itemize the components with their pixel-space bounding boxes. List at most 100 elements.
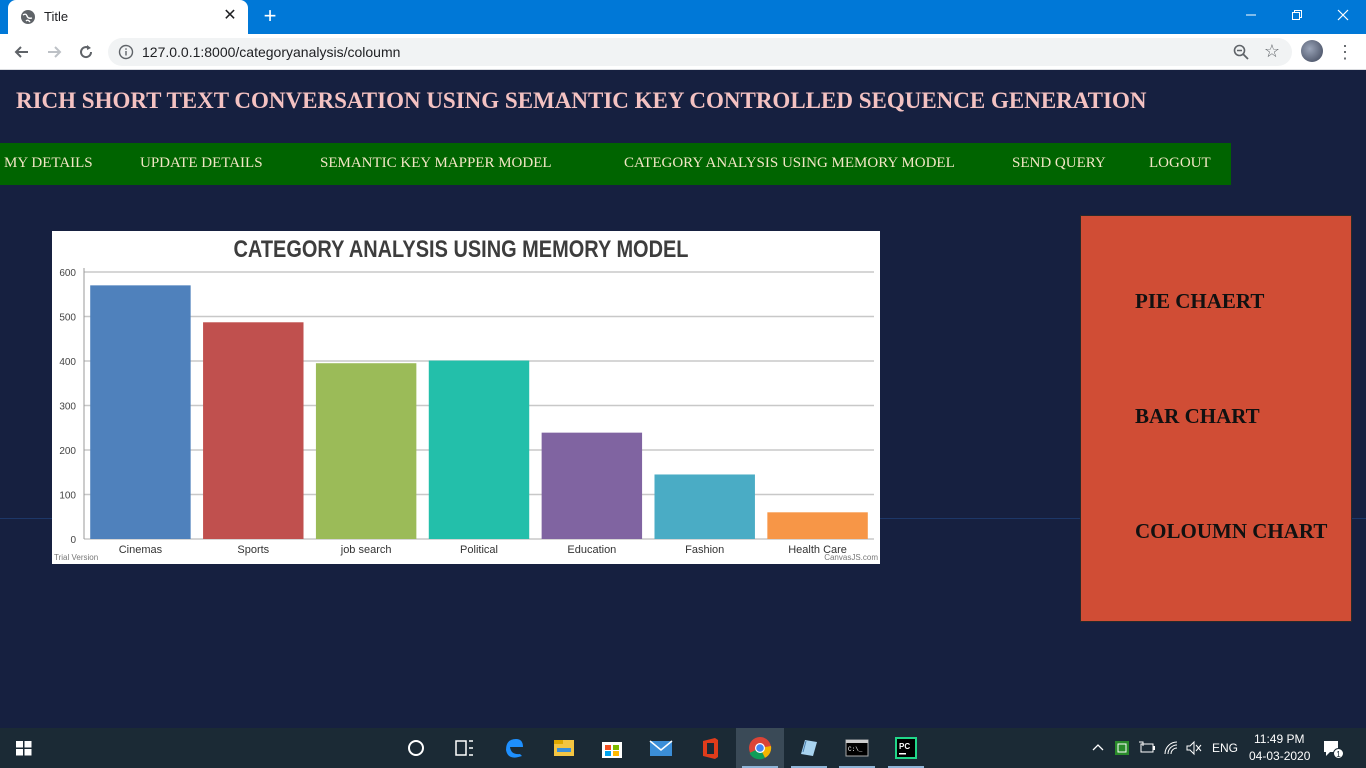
bar-chart-link[interactable]: BAR CHART xyxy=(1135,404,1260,429)
volume-muted-icon[interactable] xyxy=(1185,740,1203,756)
nav-logout[interactable]: LOGOUT xyxy=(1149,155,1211,172)
x-tick-label: Fashion xyxy=(685,544,724,556)
start-button[interactable] xyxy=(0,728,48,768)
chrome-icon xyxy=(749,737,772,760)
mail-button[interactable] xyxy=(637,728,685,768)
x-tick-label: job search xyxy=(340,544,392,556)
star-icon[interactable]: ☆ xyxy=(1264,41,1280,62)
language-indicator[interactable]: ENG xyxy=(1212,741,1238,755)
bar-cinemas[interactable] xyxy=(90,285,191,539)
column-chart-link[interactable]: COLOUMN CHART xyxy=(1135,519,1327,544)
x-tick-label: Cinemas xyxy=(119,544,163,556)
edge-button[interactable] xyxy=(490,728,538,768)
reload-icon xyxy=(80,45,93,59)
forward-icon xyxy=(48,46,62,58)
office-icon xyxy=(703,738,718,759)
chevron-up-icon[interactable] xyxy=(1092,742,1104,754)
restore-icon xyxy=(1292,10,1302,20)
y-tick-label: 100 xyxy=(59,491,76,502)
back-button[interactable] xyxy=(10,40,34,64)
zoom-out-icon[interactable] xyxy=(1232,43,1250,61)
back-icon xyxy=(14,46,28,58)
notepad-button[interactable] xyxy=(785,728,833,768)
pycharm-button[interactable]: PC xyxy=(882,728,930,768)
task-view-icon xyxy=(455,740,473,756)
chart-footer-left: Trial Version xyxy=(54,553,98,562)
nav-my-details[interactable]: MY DETAILS xyxy=(4,155,93,172)
y-tick-label: 400 xyxy=(59,357,76,368)
security-tray-icon[interactable] xyxy=(1114,740,1130,756)
chart-canvas: CATEGORY ANALYSIS USING MEMORY MODEL 0 10… xyxy=(54,236,878,562)
new-tab-button[interactable]: + xyxy=(258,5,282,29)
minimize-button[interactable] xyxy=(1228,0,1274,30)
task-view-button[interactable] xyxy=(440,728,488,768)
edge-icon xyxy=(506,739,523,758)
notepad-icon xyxy=(801,740,817,756)
y-tick-label: 0 xyxy=(70,535,76,546)
terminal-icon: C:\_ xyxy=(845,739,869,757)
cortana-button[interactable] xyxy=(392,728,440,768)
nav-semantic-key-mapper[interactable]: SEMANTIC KEY MAPPER MODEL xyxy=(320,155,552,172)
clock-time[interactable]: 11:49 PM xyxy=(1254,732,1304,746)
x-tick-label: Sports xyxy=(237,544,269,556)
x-tick-label: Education xyxy=(567,544,616,556)
action-center-button[interactable]: 1 xyxy=(1322,739,1344,759)
y-tick-label: 200 xyxy=(59,446,76,457)
y-tick-label: 500 xyxy=(59,313,76,324)
pie-chart-link[interactable]: PIE CHAERT xyxy=(1135,289,1264,314)
office-button[interactable] xyxy=(686,728,734,768)
kebab-menu-icon[interactable]: ⋮ xyxy=(1336,40,1354,64)
bar-education[interactable] xyxy=(541,432,643,539)
mail-icon xyxy=(649,740,673,756)
browser-tab[interactable]: Title ✕ xyxy=(8,0,248,34)
wifi-icon[interactable] xyxy=(1163,740,1179,756)
pycharm-icon: PC xyxy=(895,737,917,759)
profile-avatar[interactable] xyxy=(1301,40,1323,62)
main-nav: MY DETAILS UPDATE DETAILS SEMANTIC KEY M… xyxy=(0,143,1231,185)
info-icon[interactable] xyxy=(118,44,134,60)
window-close-button[interactable] xyxy=(1320,0,1366,30)
store-button[interactable] xyxy=(588,728,636,768)
x-tick-label: Political xyxy=(460,544,498,556)
chart-type-panel: PIE CHAERT BAR CHART COLOUMN CHART xyxy=(1080,215,1352,622)
cortana-icon xyxy=(408,740,424,756)
chrome-button[interactable] xyxy=(736,728,784,768)
bar-political[interactable] xyxy=(428,360,530,539)
minimize-icon xyxy=(1246,14,1256,16)
nav-category-analysis[interactable]: CATEGORY ANALYSIS USING MEMORY MODEL xyxy=(624,155,955,172)
globe-icon xyxy=(21,10,35,24)
y-tick-label: 600 xyxy=(59,268,76,279)
tab-close-button[interactable]: ✕ xyxy=(220,6,240,26)
terminal-button[interactable]: C:\_ xyxy=(833,728,881,768)
url-text[interactable]: 127.0.0.1:8000/categoryanalysis/coloumn xyxy=(142,44,400,60)
omnibox[interactable]: 127.0.0.1:8000/categoryanalysis/coloumn … xyxy=(108,38,1292,66)
close-icon xyxy=(1337,9,1349,21)
bar-sports[interactable] xyxy=(203,322,304,539)
windows-start-icon xyxy=(16,741,32,756)
svg-text:C:\_: C:\_ xyxy=(848,746,863,753)
tab-title: Title xyxy=(44,9,69,24)
notification-count-badge: 1 xyxy=(1333,748,1344,759)
store-icon xyxy=(602,742,622,758)
nav-send-query[interactable]: SEND QUERY xyxy=(1012,155,1106,172)
forward-button[interactable] xyxy=(42,40,66,64)
clock-date[interactable]: 04-03-2020 xyxy=(1249,749,1310,763)
battery-icon[interactable] xyxy=(1138,740,1156,756)
file-explorer-button[interactable] xyxy=(540,728,588,768)
file-explorer-icon xyxy=(554,740,574,756)
chart-bars xyxy=(90,285,868,539)
chart-title: CATEGORY ANALYSIS USING MEMORY MODEL xyxy=(234,236,689,263)
bar-health-care[interactable] xyxy=(767,512,868,539)
address-bar: 127.0.0.1:8000/categoryanalysis/coloumn … xyxy=(0,34,1366,70)
windows-taskbar: C:\_ PC ENG 11:49 PM 04-03-2020 1 xyxy=(0,728,1366,768)
nav-update-details[interactable]: UPDATE DETAILS xyxy=(140,155,263,172)
page-title: RICH SHORT TEXT CONVERSATION USING SEMAN… xyxy=(16,88,1147,113)
column-chart: CATEGORY ANALYSIS USING MEMORY MODEL 0 10… xyxy=(52,231,880,564)
chart-footer-right[interactable]: CanvasJS.com xyxy=(824,553,878,562)
svg-text:PC: PC xyxy=(899,742,910,751)
bar-fashion[interactable] xyxy=(654,474,755,539)
reload-button[interactable] xyxy=(74,40,98,64)
restore-button[interactable] xyxy=(1274,0,1320,30)
y-tick-label: 300 xyxy=(59,402,76,413)
bar-job-search[interactable] xyxy=(315,363,417,539)
